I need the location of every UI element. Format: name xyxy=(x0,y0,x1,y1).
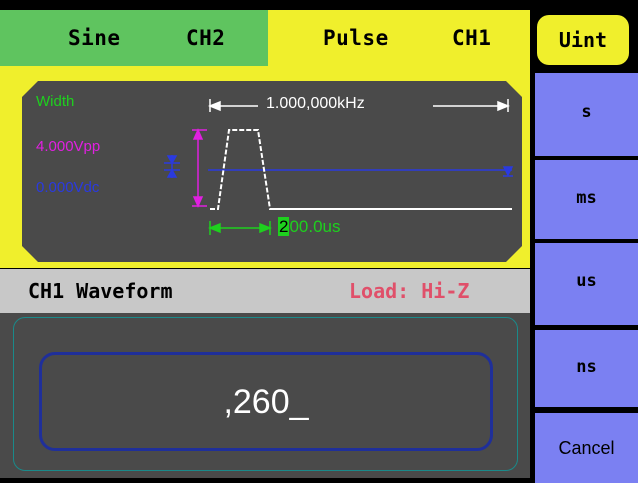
width-cursor-digit: 2 xyxy=(279,217,289,236)
load-indicator: Load: Hi-Z xyxy=(349,279,470,303)
cancel-button[interactable]: Cancel xyxy=(535,413,638,483)
status-bar: CH1 Waveform Load: Hi-Z xyxy=(0,269,530,313)
tab-ch2[interactable]: Sine CH2 xyxy=(0,10,268,66)
tab-ch2-wave: Sine xyxy=(68,26,121,50)
status-title: CH1 Waveform xyxy=(28,279,173,303)
offset-marker xyxy=(164,155,513,178)
amplitude-marker xyxy=(192,130,207,206)
value-input[interactable]: ,260_ xyxy=(39,352,493,451)
unit-ms-button[interactable]: ms xyxy=(535,160,638,239)
softkey-menu-title: Uint xyxy=(537,15,629,65)
unit-ns-button[interactable]: ns xyxy=(535,330,638,407)
width-rest-digits: 00.0us xyxy=(289,217,341,236)
unit-us-button[interactable]: us xyxy=(535,243,638,325)
input-value: ,260_ xyxy=(223,383,309,421)
tab-ch1-wave: Pulse xyxy=(323,26,389,50)
tab-ch2-channel: CH2 xyxy=(186,26,226,50)
width-value-label: 200.0us xyxy=(278,217,341,237)
frequency-label: 1.000,000kHz xyxy=(266,95,365,112)
unit-s-button[interactable]: s xyxy=(535,73,638,156)
waveform-display: Width 4.000Vpp 0.000Vdc 1.000,000kHz 200… xyxy=(22,81,522,262)
width-marker xyxy=(210,221,270,235)
tab-ch1[interactable]: Pulse CH1 xyxy=(268,10,530,66)
tab-ch1-channel: CH1 xyxy=(452,26,492,50)
